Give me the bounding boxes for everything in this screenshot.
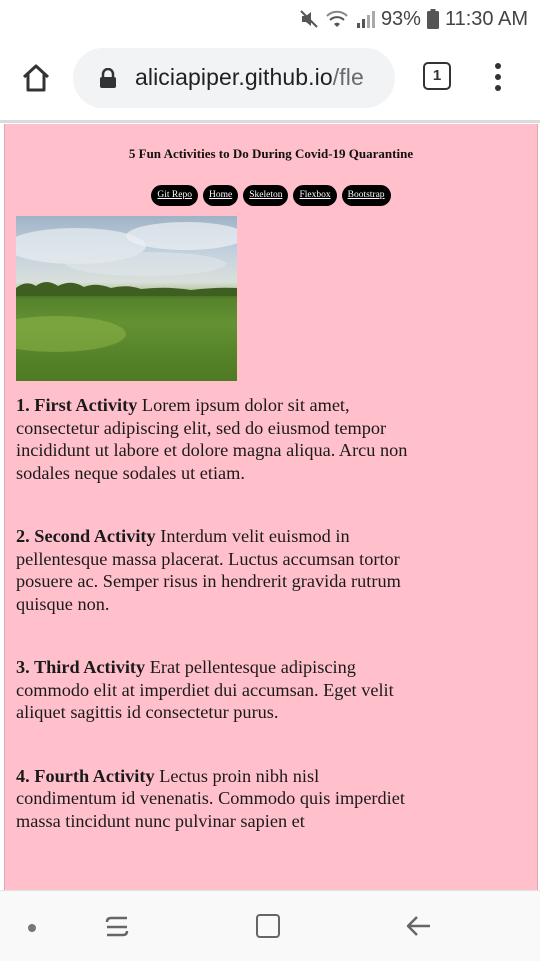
dot-icon[interactable] — [28, 924, 36, 932]
nav-skeleton-link[interactable]: Skeleton — [243, 185, 289, 206]
list-item: 1. First Activity Lorem ipsum dolor sit … — [16, 394, 416, 484]
activity-heading: 3. Third Activity — [16, 657, 146, 677]
field-photo — [16, 216, 237, 381]
status-bar: 93% 11:30 AM — [0, 0, 540, 38]
address-bar[interactable]: aliciapiper.github.io/fle — [73, 48, 395, 108]
battery-icon — [426, 9, 439, 29]
clock: 11:30 AM — [444, 7, 528, 30]
wifi-icon — [325, 9, 349, 29]
activity-list: 1. First Activity Lorem ipsum dolor sit … — [16, 394, 416, 873]
activity-heading: 1. First Activity — [16, 395, 138, 415]
url-host: aliciapiper.github.io — [135, 64, 333, 90]
home-icon[interactable] — [18, 60, 54, 96]
url-path: /fle — [332, 64, 364, 90]
url-text[interactable]: aliciapiper.github.io/fle — [135, 64, 364, 91]
nav-bootstrap-link[interactable]: Bootstrap — [341, 185, 391, 206]
activity-heading: 4. Fourth Activity — [16, 765, 155, 786]
signal-icon — [355, 9, 375, 29]
mute-icon — [299, 9, 319, 29]
page-title: 5 Fun Activities to Do During Covid-19 Q… — [128, 146, 414, 161]
lock-icon[interactable] — [99, 67, 117, 88]
status-icons: 93% 11:30 AM — [299, 6, 528, 32]
list-item: 4. Fourth Activity Lectus proin nibh nis… — [16, 765, 416, 833]
nav-git-repo-link[interactable]: Git Repo — [151, 185, 198, 206]
browser-toolbar: aliciapiper.github.io/fle 1 — [0, 38, 540, 123]
recent-apps-icon[interactable] — [104, 913, 130, 944]
system-nav-bar — [0, 890, 540, 961]
tabs-icon[interactable]: 1 — [423, 62, 451, 90]
activity-heading: 2. Second Activity — [16, 526, 156, 546]
back-arrow-icon[interactable] — [406, 913, 432, 944]
nav-flexbox-link[interactable]: Flexbox — [293, 185, 337, 206]
list-item: 2. Second Activity Interdum velit euismo… — [16, 525, 416, 615]
home-square-icon[interactable] — [256, 914, 280, 938]
nav-home-link[interactable]: Home — [203, 185, 239, 206]
web-page: 5 Fun Activities to Do During Covid-19 Q… — [4, 124, 538, 890]
page-nav: Git Repo Home Skeleton Flexbox Bootstrap — [5, 184, 537, 206]
battery-percent: 93% — [380, 7, 421, 30]
more-vert-icon[interactable] — [486, 60, 510, 96]
list-item: 3. Third Activity Erat pellentesque adip… — [16, 656, 416, 724]
